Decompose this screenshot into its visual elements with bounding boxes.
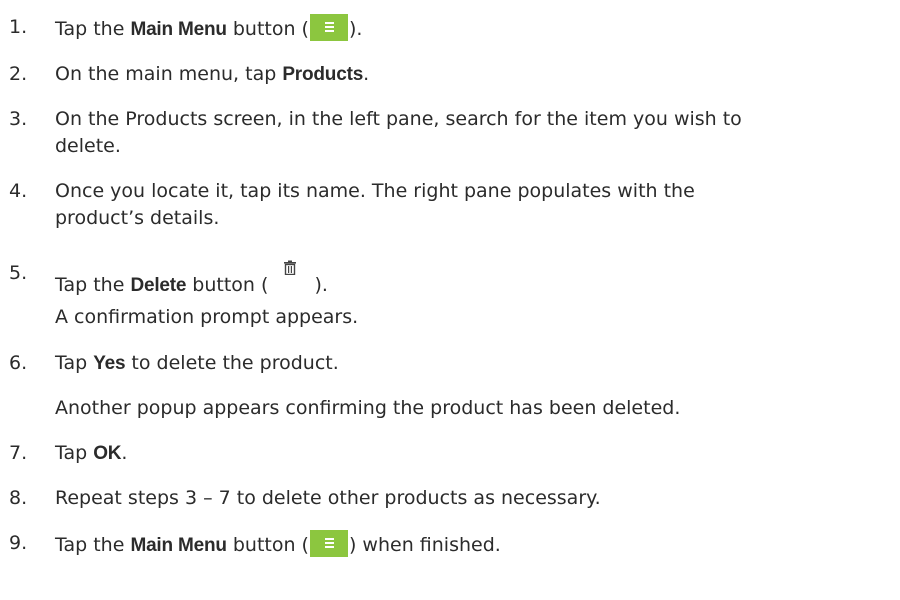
step-text: Tap the Main Menu button ( ) when finishe… — [55, 530, 501, 559]
step-text: Tap OK. — [55, 440, 127, 467]
step-text: Tap the Main Menu button (). — [55, 14, 362, 43]
step-text-part: Tap the — [55, 534, 131, 556]
step-text: On the Products screen, in the left pane… — [55, 108, 742, 130]
step-text: Tap the Delete button (). — [55, 260, 328, 299]
instruction-document: 1. Tap the Main Menu button (). 2. On th… — [0, 0, 900, 600]
step-text-part: button ( — [226, 18, 309, 40]
step-text-part: . — [363, 63, 370, 85]
step-number: 7. — [9, 442, 28, 464]
step-text: Repeat steps 3 – 7 to delete other produ… — [55, 487, 601, 509]
step-bold-term: Delete — [130, 275, 187, 296]
step-number: 1. — [9, 16, 28, 38]
step-text-part: On the main menu, tap — [55, 63, 283, 85]
step-number: 8. — [9, 487, 28, 509]
step-text-part: ). — [348, 18, 363, 40]
delete-icon — [271, 260, 311, 294]
step-number: 5. — [9, 262, 28, 284]
step-text-part: button ( — [226, 534, 309, 556]
step-bold-term: OK — [93, 443, 122, 464]
step-number: 4. — [9, 180, 28, 202]
step-text-part: ) when finished. — [348, 534, 501, 556]
step-number: 3. — [9, 108, 28, 130]
step-number: 6. — [9, 352, 28, 374]
step-text-part: Tap — [55, 442, 94, 464]
step-bold-term: Products — [282, 64, 364, 85]
step-note: A confirmation prompt appears. — [55, 306, 359, 328]
step-number: 2. — [9, 63, 28, 85]
step-text: Tap Yes to delete the product. — [55, 350, 339, 377]
step-bold-term: Yes — [93, 353, 126, 374]
step-note: Another popup appears confirming the pro… — [55, 397, 681, 419]
main-menu-icon — [309, 14, 348, 41]
step-text-part: Tap the — [55, 274, 131, 296]
step-text: product’s details. — [55, 207, 220, 229]
step-text-part: Tap — [55, 352, 94, 374]
step-text: On the main menu, tap Products. — [55, 61, 369, 88]
step-text: Once you locate it, tap its name. The ri… — [55, 180, 695, 202]
step-text-part: button ( — [186, 274, 269, 296]
step-text-part: . — [121, 442, 128, 464]
step-text-part: to delete the product. — [125, 352, 339, 374]
step-bold-term: Main Menu — [130, 535, 227, 556]
step-text-part: Tap the — [55, 18, 131, 40]
main-menu-icon — [309, 530, 348, 557]
step-number: 9. — [9, 532, 28, 554]
step-text: delete. — [55, 135, 121, 157]
step-bold-term: Main Menu — [130, 19, 227, 40]
step-text-part: ). — [314, 274, 328, 296]
